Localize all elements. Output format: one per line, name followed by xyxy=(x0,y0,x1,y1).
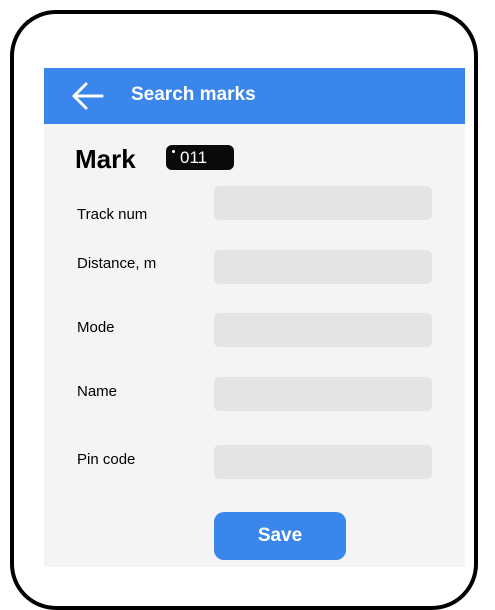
mode-input[interactable] xyxy=(214,313,432,347)
name-input[interactable] xyxy=(214,377,432,411)
mode-label: Mode xyxy=(77,319,115,336)
distance-input[interactable] xyxy=(214,250,432,284)
mark-id-value: 011 xyxy=(180,148,208,167)
track-num-input[interactable] xyxy=(214,186,432,220)
mark-heading: Mark xyxy=(75,144,136,174)
save-button[interactable]: Save xyxy=(214,512,346,560)
name-label: Name xyxy=(77,383,118,400)
app-bar: Search marks xyxy=(44,68,465,124)
mark-id-badge: 011 xyxy=(166,145,234,170)
app-bar-title: Search marks xyxy=(131,84,256,105)
arrow-left-icon xyxy=(72,82,104,110)
pin-code-label: Pin code xyxy=(77,451,136,468)
back-button[interactable] xyxy=(70,80,106,112)
app-screen: Search marks Mark 011 Track num Distance… xyxy=(44,68,465,567)
badge-dot-icon xyxy=(172,150,175,153)
track-num-label: Track num xyxy=(77,206,148,223)
distance-label: Distance, m xyxy=(77,255,157,272)
pin-code-input[interactable] xyxy=(214,445,432,479)
